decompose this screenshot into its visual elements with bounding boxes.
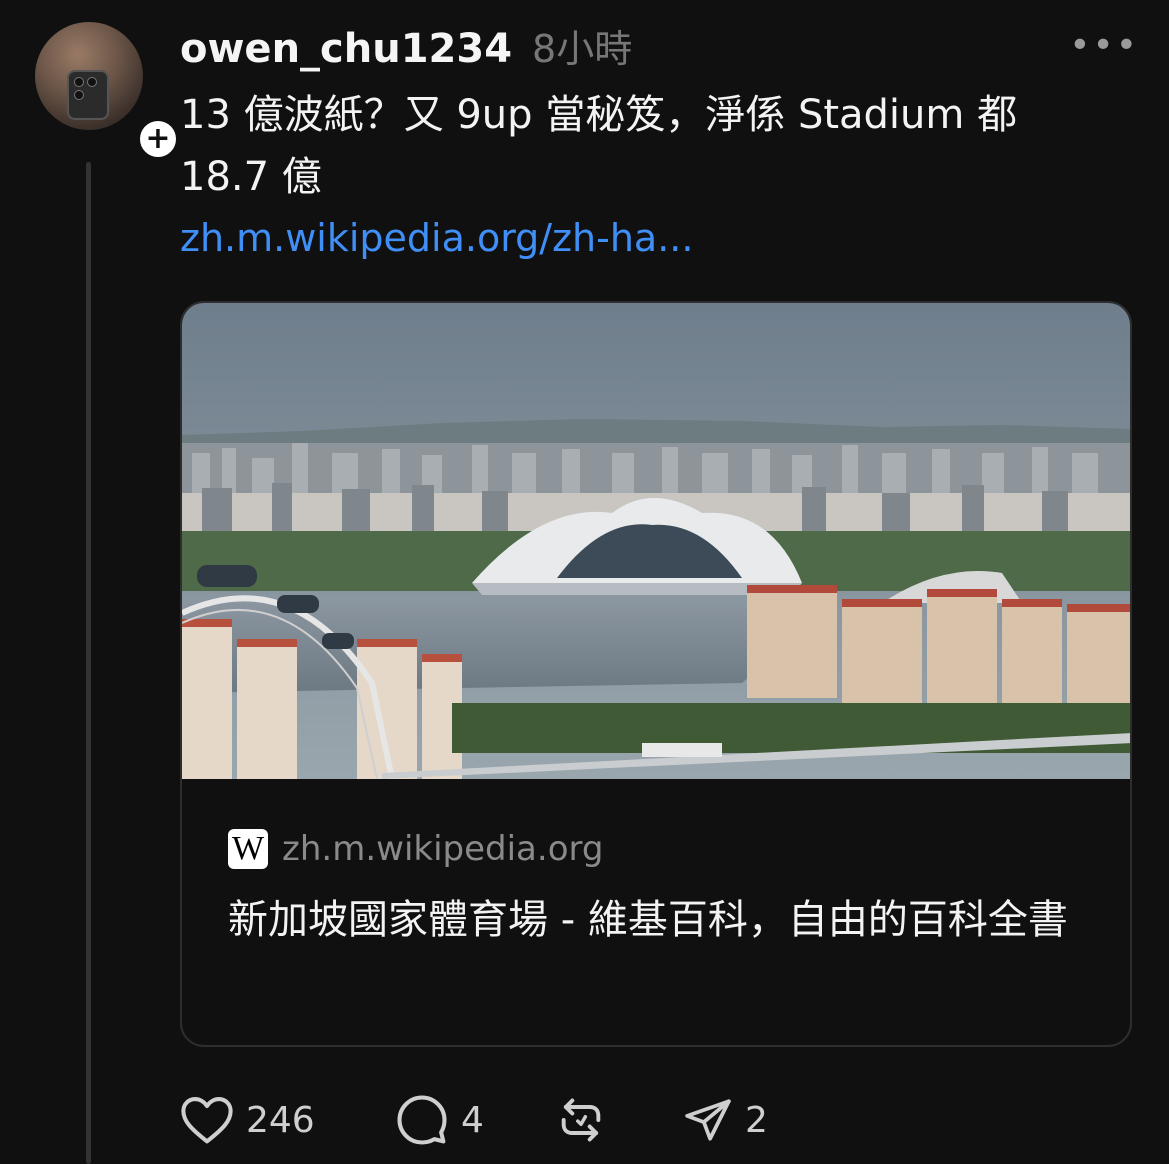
thread-post: + owen_chu1234 8小時 ••• 13 億波紙？又 9up 當秘笈，… xyxy=(0,0,1169,1164)
post-text: 13 億波紙？又 9up 當秘笈，淨係 Stadium 都 18.7 億 xyxy=(180,92,1018,200)
like-button[interactable]: 246 xyxy=(180,1095,395,1145)
repost-icon xyxy=(561,1098,601,1142)
share-count: 2 xyxy=(745,1099,768,1141)
wikipedia-icon: W xyxy=(228,829,268,869)
share-button[interactable]: 2 xyxy=(683,1095,768,1145)
link-preview-card[interactable]: W zh.m.wikipedia.org 新加坡國家體育場 - 維基百科，自由的… xyxy=(180,301,1132,1047)
avatar-phone-graphic xyxy=(67,70,109,120)
camera-lens-icon xyxy=(74,90,84,100)
like-count: 246 xyxy=(246,1099,315,1141)
post-header: owen_chu1234 8小時 xyxy=(180,18,633,72)
post-time: 8小時 xyxy=(532,27,633,71)
link-preview-meta: W zh.m.wikipedia.org 新加坡國家體育場 - 維基百科，自由的… xyxy=(228,829,1090,951)
comment-icon xyxy=(397,1095,447,1145)
camera-lens-icon xyxy=(74,77,84,87)
avatar-container[interactable]: + xyxy=(35,22,181,162)
thread-line xyxy=(86,162,91,1164)
link-preview-image xyxy=(182,303,1130,779)
username[interactable]: owen_chu1234 xyxy=(180,26,512,72)
link-preview-site: W zh.m.wikipedia.org xyxy=(228,829,1090,869)
more-options-button[interactable]: ••• xyxy=(1069,28,1139,64)
heart-icon xyxy=(181,1097,233,1144)
follow-plus-button[interactable]: + xyxy=(135,116,181,162)
link-preview-domain: zh.m.wikipedia.org xyxy=(282,829,604,869)
link-preview-title: 新加坡國家體育場 - 維基百科，自由的百科全書 xyxy=(228,897,1068,943)
repost-button[interactable] xyxy=(555,1094,683,1146)
comment-count: 4 xyxy=(461,1099,484,1141)
post-link[interactable]: zh.m.wikipedia.org/zh-ha... xyxy=(180,216,693,260)
comment-button[interactable]: 4 xyxy=(395,1093,555,1147)
camera-lens-icon xyxy=(87,77,97,87)
post-actions: 246 4 2 xyxy=(180,1090,768,1150)
avatar[interactable] xyxy=(35,22,143,130)
send-icon xyxy=(685,1099,731,1141)
